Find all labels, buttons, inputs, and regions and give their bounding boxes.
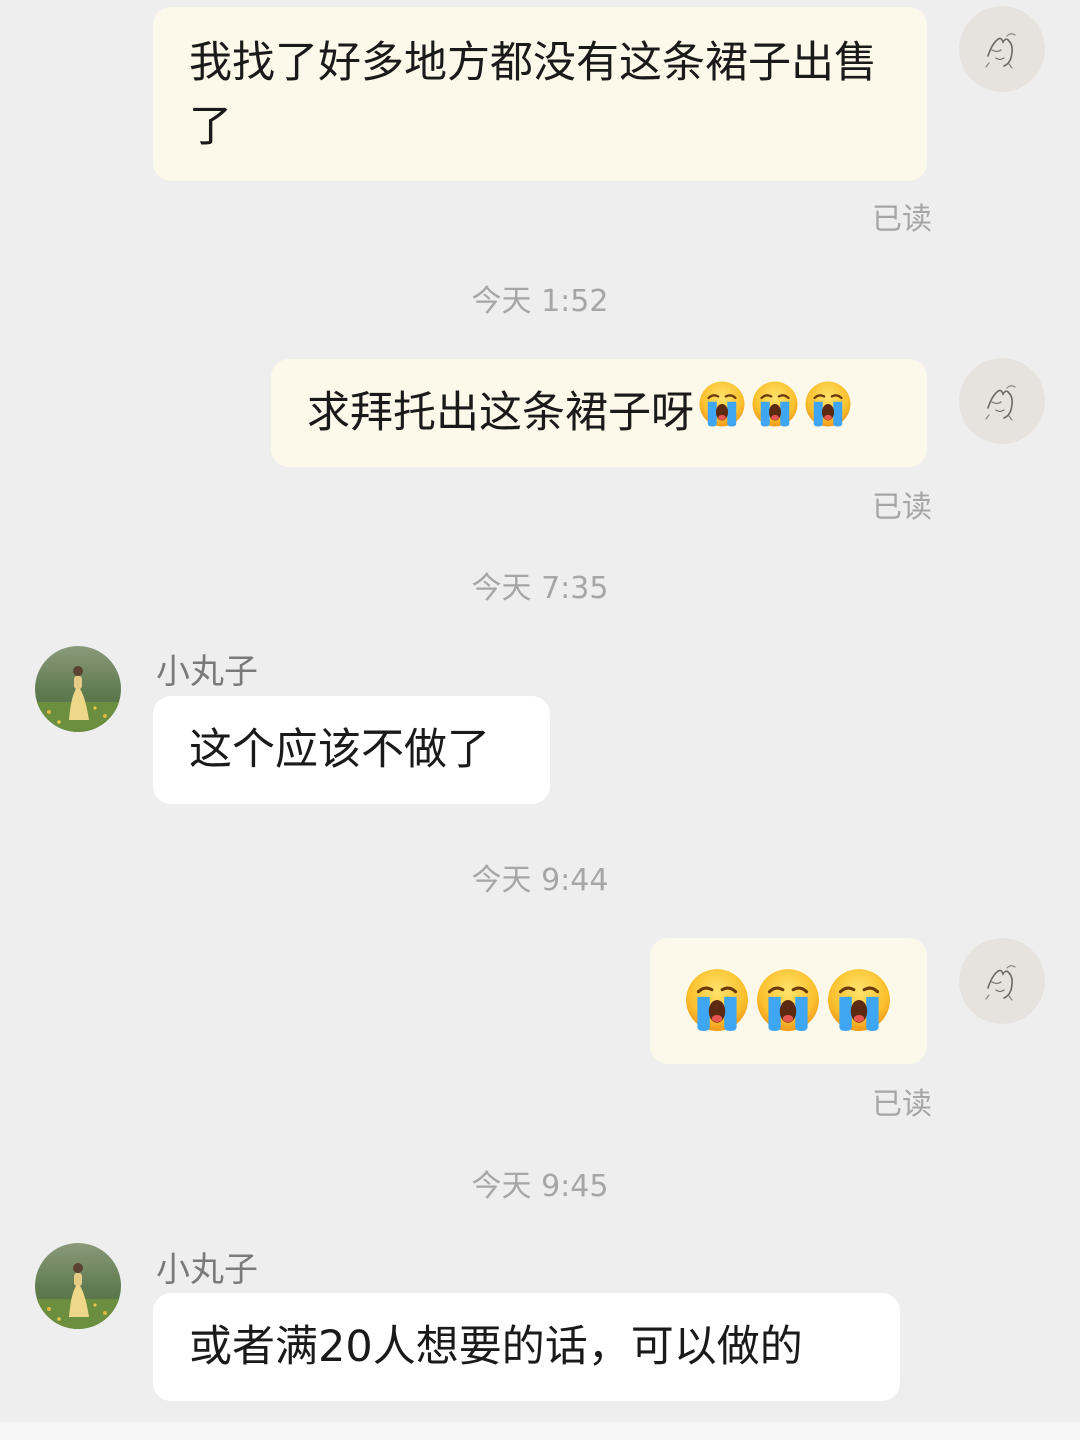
message-text: 求拜托出这条裙子呀 [307,388,694,438]
my-avatar[interactable] [959,938,1045,1024]
contact-message-bubble[interactable]: 这个应该不做了 [153,696,550,804]
sketch-avatar-icon [959,938,1045,1024]
my-message-bubble[interactable]: 我找了好多地方都没有这条裙子出售了 [153,7,927,181]
timestamp: 今天 9:45 [471,1169,609,1204]
my-avatar[interactable] [959,6,1045,92]
sender-name: 小丸子 [156,1250,258,1290]
read-receipt: 已读 [872,490,932,525]
input-area-edge [0,1422,1080,1440]
timestamp: 今天 7:35 [471,571,609,606]
my-avatar[interactable] [959,358,1045,444]
crying-face-icon [826,967,892,1033]
message-text: 这个应该不做了 [189,725,490,775]
sketch-avatar-icon [959,358,1045,444]
girl-in-dress-avatar-icon [35,646,121,732]
read-receipt: 已读 [872,1087,932,1122]
my-message-bubble[interactable] [650,938,927,1064]
sketch-avatar-icon [959,6,1045,92]
crying-emoji-group [684,994,892,1044]
message-text: 或者满20人想要的话，可以做的 [189,1322,803,1372]
contact-avatar[interactable] [35,1243,121,1329]
crying-emoji-group [698,380,852,446]
contact-avatar[interactable] [35,646,121,732]
crying-face-icon [804,380,852,428]
girl-in-dress-avatar-icon [35,1243,121,1329]
crying-face-icon [755,967,821,1033]
crying-face-icon [684,967,750,1033]
timestamp: 今天 9:44 [471,863,609,898]
timestamp: 今天 1:52 [471,284,609,319]
message-text: 我找了好多地方都没有这条裙子出售了 [189,38,877,152]
crying-face-icon [751,380,799,428]
read-receipt: 已读 [872,202,932,237]
my-message-bubble[interactable]: 求拜托出这条裙子呀 [271,359,927,467]
contact-message-bubble[interactable]: 或者满20人想要的话，可以做的 [153,1293,900,1401]
crying-face-icon [698,380,746,428]
sender-name: 小丸子 [156,652,258,692]
